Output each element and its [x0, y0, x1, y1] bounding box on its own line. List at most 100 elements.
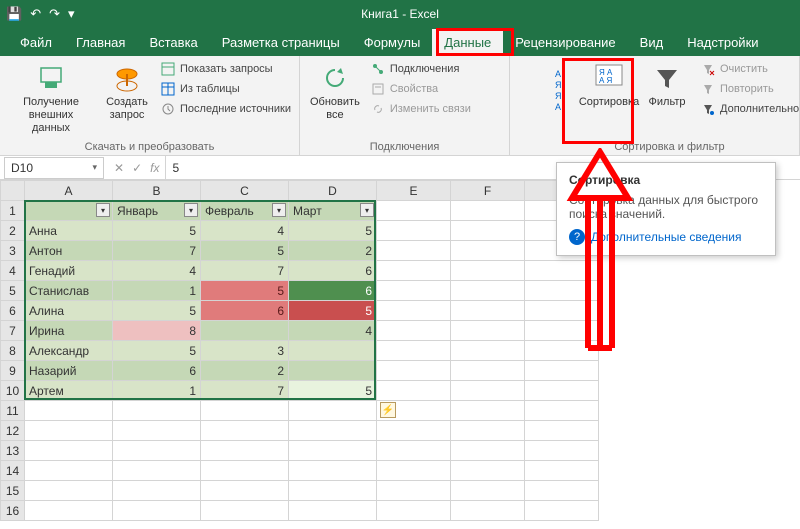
refresh-all-button[interactable]: Обновить все [306, 60, 364, 124]
cell[interactable]: 5 [113, 221, 201, 241]
cell[interactable]: 5 [289, 221, 377, 241]
row-header[interactable]: 8 [1, 341, 25, 361]
customize-qat-icon[interactable]: ▾ [68, 6, 75, 22]
tooltip-more-link[interactable]: ? Дополнительные сведения [569, 229, 763, 245]
col-header[interactable]: A [25, 181, 113, 201]
row-header[interactable]: 12 [1, 421, 25, 441]
row-header[interactable]: 6 [1, 301, 25, 321]
filter-dropdown-icon[interactable]: ▾ [96, 203, 110, 217]
cell[interactable]: 5 [113, 301, 201, 321]
cell[interactable]: 4 [201, 221, 289, 241]
cell[interactable]: 6 [289, 281, 377, 301]
cell[interactable]: Генадий [25, 261, 113, 281]
row-header[interactable]: 5 [1, 281, 25, 301]
cell[interactable] [201, 321, 289, 341]
cell[interactable]: Алина [25, 301, 113, 321]
cell[interactable]: 3 [201, 341, 289, 361]
cell[interactable]: 5 [289, 381, 377, 401]
tab-home[interactable]: Главная [64, 29, 137, 56]
undo-icon[interactable]: ↶ [30, 6, 41, 22]
cell[interactable]: 8 [113, 321, 201, 341]
save-icon[interactable]: 💾 [6, 6, 22, 22]
cell[interactable] [289, 361, 377, 381]
tab-view[interactable]: Вид [628, 29, 676, 56]
cell[interactable]: 4 [289, 321, 377, 341]
tab-formulas[interactable]: Формулы [352, 29, 433, 56]
row-header[interactable]: 10 [1, 381, 25, 401]
cell[interactable] [289, 341, 377, 361]
row-header[interactable]: 11 [1, 401, 25, 421]
cell[interactable]: 6 [113, 361, 201, 381]
cell[interactable]: Станислав [25, 281, 113, 301]
col-header[interactable]: F [451, 181, 525, 201]
tab-layout[interactable]: Разметка страницы [210, 29, 352, 56]
row-header[interactable]: 4 [1, 261, 25, 281]
redo-icon[interactable]: ↷ [49, 6, 60, 22]
cell[interactable]: Артем [25, 381, 113, 401]
advanced-filter-button[interactable]: Дополнительно [698, 100, 800, 118]
table-header-cell[interactable]: Февраль▾ [201, 201, 289, 221]
filter-button[interactable]: Фильтр [640, 60, 694, 111]
smart-tag-icon[interactable]: ⚡ [380, 402, 396, 418]
chevron-down-icon[interactable]: ▾ [92, 162, 97, 173]
cell[interactable]: 7 [113, 241, 201, 261]
cell[interactable]: 2 [289, 241, 377, 261]
tab-addins[interactable]: Надстройки [675, 29, 770, 56]
row-header[interactable]: 1 [1, 201, 25, 221]
cell[interactable]: 4 [113, 261, 201, 281]
table-header-cell[interactable]: Январь▾ [113, 201, 201, 221]
tab-review[interactable]: Рецензирование [503, 29, 627, 56]
col-header[interactable]: D [289, 181, 377, 201]
cell[interactable]: 5 [113, 341, 201, 361]
cell[interactable]: 1 [113, 381, 201, 401]
from-table-button[interactable]: Из таблицы [158, 80, 293, 98]
col-header[interactable]: B [113, 181, 201, 201]
cell[interactable]: 6 [201, 301, 289, 321]
row-header[interactable]: 2 [1, 221, 25, 241]
row-header[interactable]: 15 [1, 481, 25, 501]
cell[interactable]: 5 [201, 241, 289, 261]
name-box[interactable]: D10▾ [4, 157, 104, 179]
cell[interactable]: Назарий [25, 361, 113, 381]
cell[interactable]: 6 [289, 261, 377, 281]
tab-file[interactable]: Файл [8, 29, 64, 56]
connections-button[interactable]: Подключения [368, 60, 473, 78]
cell[interactable]: Ирина [25, 321, 113, 341]
fx-icon[interactable]: fx [150, 161, 159, 175]
tab-data[interactable]: Данные [432, 29, 503, 56]
table-header-cell[interactable]: ▾ [25, 201, 113, 221]
row-header[interactable]: 3 [1, 241, 25, 261]
ribbon-group-get-transform: Получение внешних данных Создать запрос … [0, 56, 300, 155]
col-header[interactable]: C [201, 181, 289, 201]
cell[interactable]: 5 [289, 301, 377, 321]
row-header[interactable]: 14 [1, 461, 25, 481]
cell[interactable]: 5 [201, 281, 289, 301]
new-query-button[interactable]: Создать запрос [100, 60, 154, 124]
cell[interactable]: 7 [201, 381, 289, 401]
cell[interactable]: 1 [113, 281, 201, 301]
cell[interactable]: Антон [25, 241, 113, 261]
cell[interactable]: Анна [25, 221, 113, 241]
cell[interactable]: Александр [25, 341, 113, 361]
get-external-data-button[interactable]: Получение внешних данных [6, 60, 96, 138]
row-header[interactable]: 9 [1, 361, 25, 381]
cell[interactable]: 2 [201, 361, 289, 381]
cell[interactable]: 7 [201, 261, 289, 281]
row-header[interactable]: 13 [1, 441, 25, 461]
sort-icon: Я АА Я [593, 62, 625, 94]
select-all-corner[interactable] [1, 181, 25, 201]
properties-button: Свойства [368, 80, 473, 98]
table-header-cell[interactable]: Март▾ [289, 201, 377, 221]
show-queries-button[interactable]: Показать запросы [158, 60, 293, 78]
tab-insert[interactable]: Вставка [137, 29, 209, 56]
filter-dropdown-icon[interactable]: ▾ [184, 203, 198, 217]
row-header[interactable]: 16 [1, 501, 25, 521]
sort-button[interactable]: Я АА Я Сортировка [582, 60, 636, 111]
reapply-icon [700, 81, 716, 97]
col-header[interactable]: E [377, 181, 451, 201]
filter-dropdown-icon[interactable]: ▾ [272, 203, 286, 217]
recent-sources-button[interactable]: Последние источники [158, 100, 293, 118]
sort-az-button[interactable]: А↓Я Я↓А [546, 60, 578, 122]
row-header[interactable]: 7 [1, 321, 25, 341]
filter-dropdown-icon[interactable]: ▾ [360, 203, 374, 217]
